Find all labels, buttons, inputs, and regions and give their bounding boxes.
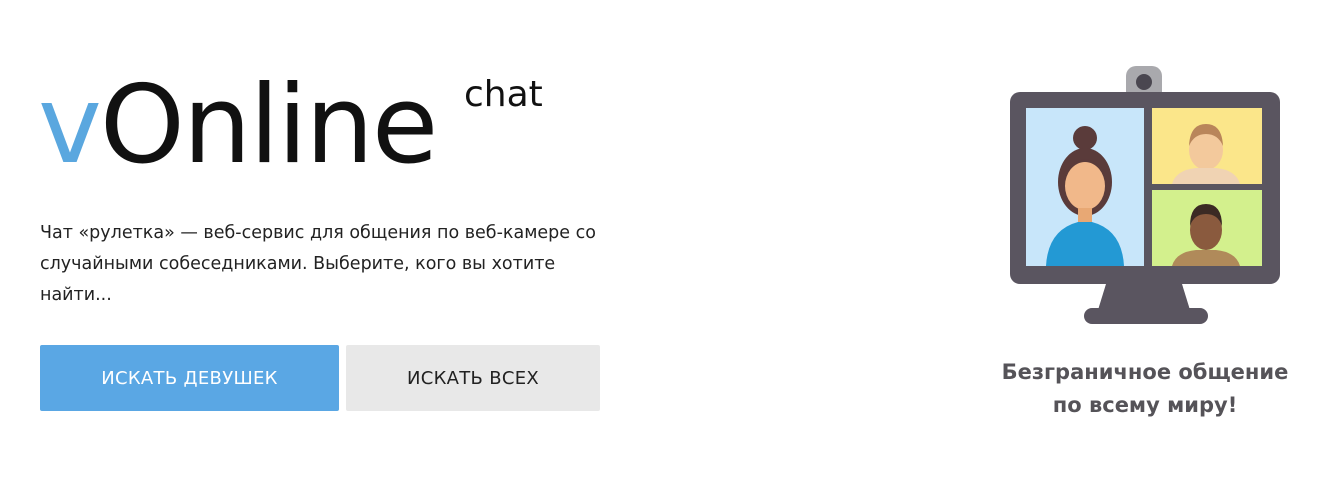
video-call-monitor-icon [1010, 66, 1280, 324]
logo-chat-text: chat [464, 74, 543, 115]
search-girls-button[interactable]: ИСКАТЬ ДЕВУШЕК [40, 345, 339, 411]
logo-v-letter: v [38, 63, 102, 188]
logo[interactable]: vOnline chat [38, 72, 578, 192]
description-text: Чат «рулетка» — веб-сервис для общения п… [40, 223, 596, 305]
landing-page: vOnline chat Чат «рулетка» — веб-сервис … [0, 0, 1324, 496]
search-all-button[interactable]: ИСКАТЬ ВСЕХ [346, 345, 600, 411]
logo-wordmark: vOnline [38, 72, 438, 180]
tagline: Безграничное общение по всему миру! [1001, 360, 1289, 417]
logo-online-text: Online [99, 63, 438, 188]
